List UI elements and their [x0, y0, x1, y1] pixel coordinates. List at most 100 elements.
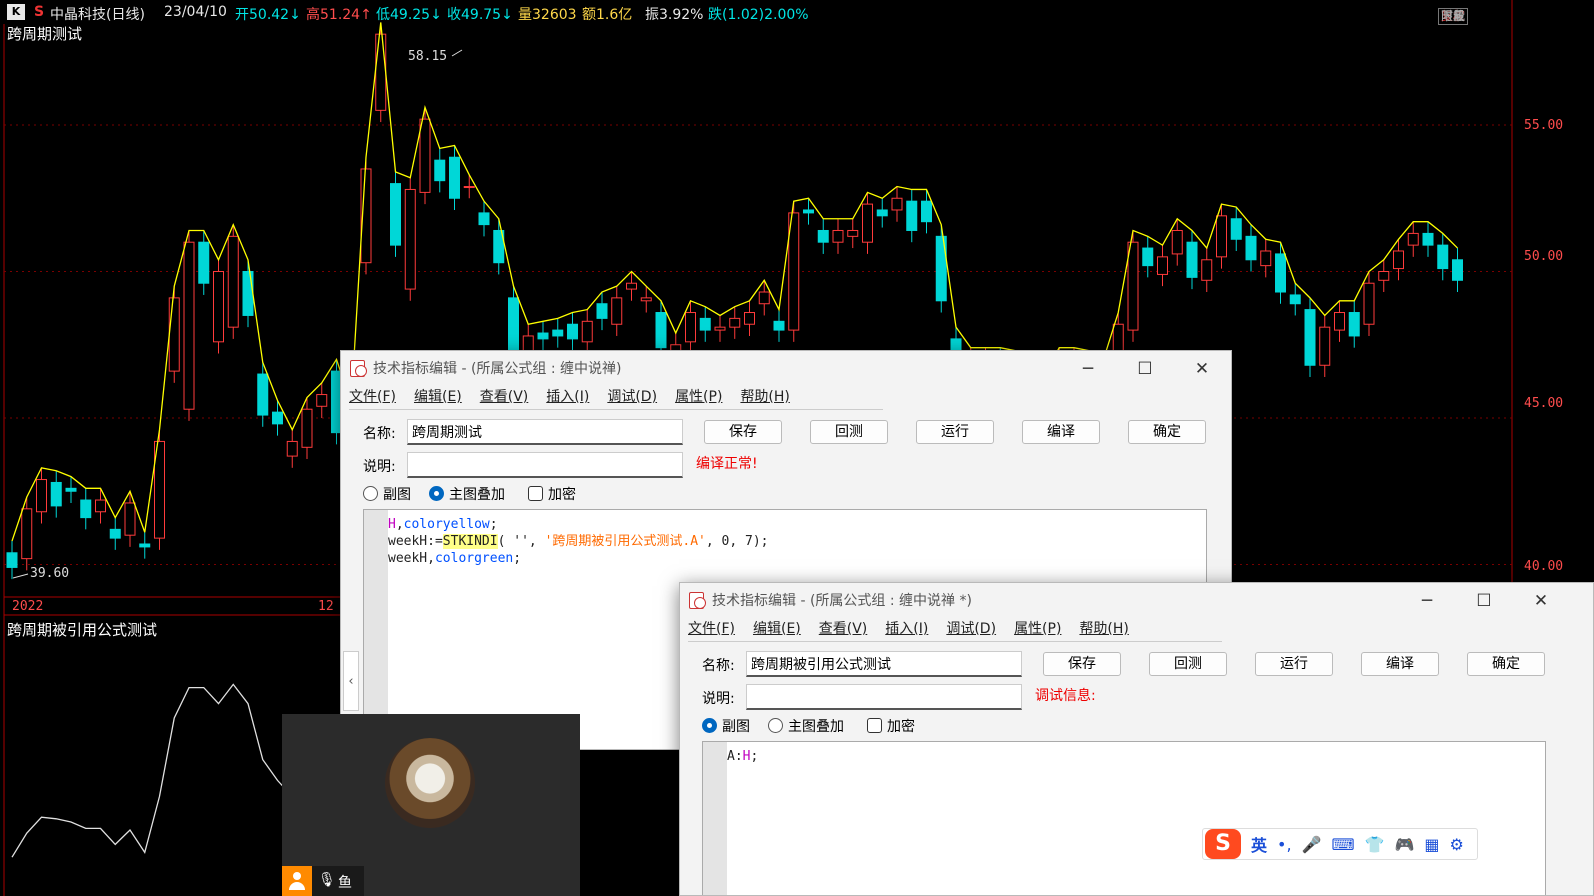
candle-body — [567, 323, 578, 340]
candle-body — [227, 235, 239, 328]
menu-insert[interactable]: 插入(I) — [885, 617, 928, 641]
minimize-icon[interactable]: ─ — [1078, 359, 1098, 379]
punctuation-icon[interactable]: •, — [1277, 835, 1292, 854]
desc-input[interactable] — [746, 684, 1022, 710]
candle-body — [36, 479, 47, 513]
candle-body — [714, 326, 726, 331]
menu-debug[interactable]: 调试(D) — [946, 617, 996, 641]
close-icon[interactable]: ✕ — [1192, 359, 1212, 379]
candle-body — [1171, 229, 1183, 255]
candle-body — [21, 508, 33, 560]
candle-body — [921, 200, 932, 223]
candle-body — [168, 297, 180, 372]
candle-body — [1363, 282, 1375, 325]
code-token: colorgreen — [434, 551, 514, 566]
microphone-icon[interactable]: 🎤 — [1302, 835, 1322, 854]
radio-main-overlay[interactable]: 主图叠加 — [429, 484, 505, 504]
code-text[interactable]: H,coloryellow; weekH:=STKINDI( '', '跨周期被… — [388, 516, 769, 567]
ime-lang-toggle[interactable]: 英 — [1251, 832, 1267, 856]
menu-file[interactable]: 文件(F) — [688, 617, 735, 641]
save-button[interactable]: 保存 — [1043, 652, 1121, 676]
close-icon[interactable]: ✕ — [1531, 591, 1551, 611]
save-button[interactable]: 保存 — [704, 420, 782, 444]
y-tick-40: 40.00 — [1524, 559, 1564, 574]
compile-button[interactable]: 编译 — [1361, 652, 1439, 676]
menu-help[interactable]: 帮助(H) — [1079, 617, 1128, 641]
menu-view[interactable]: 查看(V) — [480, 385, 529, 409]
grid-menu-icon[interactable]: ▦ — [1424, 835, 1439, 854]
backtest-button[interactable]: 回测 — [1149, 652, 1227, 676]
backtest-button[interactable]: 回测 — [810, 420, 888, 444]
radio-sub-chart[interactable]: 副图 — [363, 484, 411, 504]
code-token: ; — [750, 749, 759, 764]
candle-body — [729, 317, 741, 328]
keyboard-icon[interactable]: ⌨ — [1331, 835, 1354, 854]
ok-button[interactable]: 确定 — [1467, 652, 1545, 676]
run-button[interactable]: 运行 — [1255, 652, 1333, 676]
checkbox-box[interactable] — [867, 718, 882, 733]
candle-body — [1260, 250, 1272, 267]
video-call-tile[interactable]: 🎙 鱼 — [282, 714, 580, 896]
menu-properties[interactable]: 属性(P) — [675, 385, 722, 409]
skin-icon[interactable]: 👕 — [1365, 835, 1385, 854]
maximize-icon[interactable]: ☐ — [1474, 591, 1494, 611]
menu-edit[interactable]: 编辑(E) — [414, 385, 462, 409]
menu-edit[interactable]: 编辑(E) — [753, 617, 801, 641]
radio-label: 副图 — [383, 487, 411, 503]
collapse-arrow-icon[interactable]: ‹ — [343, 651, 359, 711]
radio-main-overlay[interactable]: 主图叠加 — [768, 716, 844, 736]
candle-body — [213, 271, 224, 343]
ok-button[interactable]: 确定 — [1128, 420, 1206, 444]
checkbox-label: 加密 — [887, 719, 915, 735]
maximize-icon[interactable]: ☐ — [1135, 359, 1155, 379]
candle-body — [109, 528, 121, 539]
sub-chart-line — [11, 683, 293, 858]
radio-label: 副图 — [722, 719, 750, 735]
candle-body — [139, 543, 151, 548]
radio-circle[interactable] — [768, 718, 783, 733]
menu-file[interactable]: 文件(F) — [349, 385, 396, 409]
candle-body — [626, 282, 637, 290]
candle-body — [198, 241, 210, 284]
app-icon — [349, 359, 367, 377]
compile-button[interactable]: 编译 — [1022, 420, 1100, 444]
candle-body — [1319, 326, 1331, 366]
encrypt-checkbox[interactable]: 加密 — [528, 484, 576, 504]
menu-view[interactable]: 查看(V) — [819, 617, 868, 641]
candle-body — [906, 200, 918, 231]
gamepad-icon[interactable]: 🎮 — [1394, 835, 1414, 854]
minimize-icon[interactable]: ─ — [1417, 591, 1437, 611]
candle-body — [124, 502, 136, 536]
sub-chart-title: 跨周期被引用公式测试 — [7, 621, 158, 639]
candle-body — [316, 394, 328, 407]
ime-toolbar[interactable]: S 英 •, 🎤 ⌨ 👕 🎮 ▦ ⚙ — [1202, 828, 1478, 860]
menu-help[interactable]: 帮助(H) — [740, 385, 789, 409]
encrypt-checkbox[interactable]: 加密 — [867, 716, 915, 736]
candle-body — [257, 373, 269, 416]
sogou-logo-icon[interactable]: S — [1205, 829, 1241, 859]
mic-muted-icon[interactable]: 🎙 — [318, 872, 336, 888]
code-editor[interactable]: A:H; — [702, 741, 1546, 895]
radio-circle-selected[interactable] — [429, 486, 444, 501]
window-titlebar[interactable]: 技术指标编辑 - (所属公式组 : 缠中说禅 *) — [680, 583, 1593, 617]
desc-input[interactable] — [407, 452, 683, 478]
radio-circle[interactable] — [363, 486, 378, 501]
candle-body — [537, 332, 549, 340]
checkbox-box[interactable] — [528, 486, 543, 501]
low-mark-label: 39.60 — [30, 566, 70, 581]
menu-properties[interactable]: 属性(P) — [1014, 617, 1061, 641]
menu-debug[interactable]: 调试(D) — [607, 385, 657, 409]
menu-insert[interactable]: 插入(I) — [546, 385, 589, 409]
name-input[interactable]: 跨周期测试 — [407, 419, 683, 445]
main-chart-title: 跨周期测试 — [7, 25, 83, 43]
run-button[interactable]: 运行 — [916, 420, 994, 444]
candle-body — [832, 229, 844, 243]
radio-circle-selected[interactable] — [702, 718, 717, 733]
settings-icon[interactable]: ⚙ — [1450, 835, 1464, 854]
candle-body — [1334, 312, 1345, 331]
menu-bar: 文件(F) 编辑(E) 查看(V) 插入(I) 调试(D) 属性(P) 帮助(H… — [680, 617, 1593, 641]
radio-sub-chart[interactable]: 副图 — [702, 716, 750, 736]
debug-status: 调试信息: — [1035, 688, 1096, 704]
code-text[interactable]: A:H; — [727, 748, 758, 765]
name-input[interactable]: 跨周期被引用公式测试 — [746, 651, 1022, 677]
